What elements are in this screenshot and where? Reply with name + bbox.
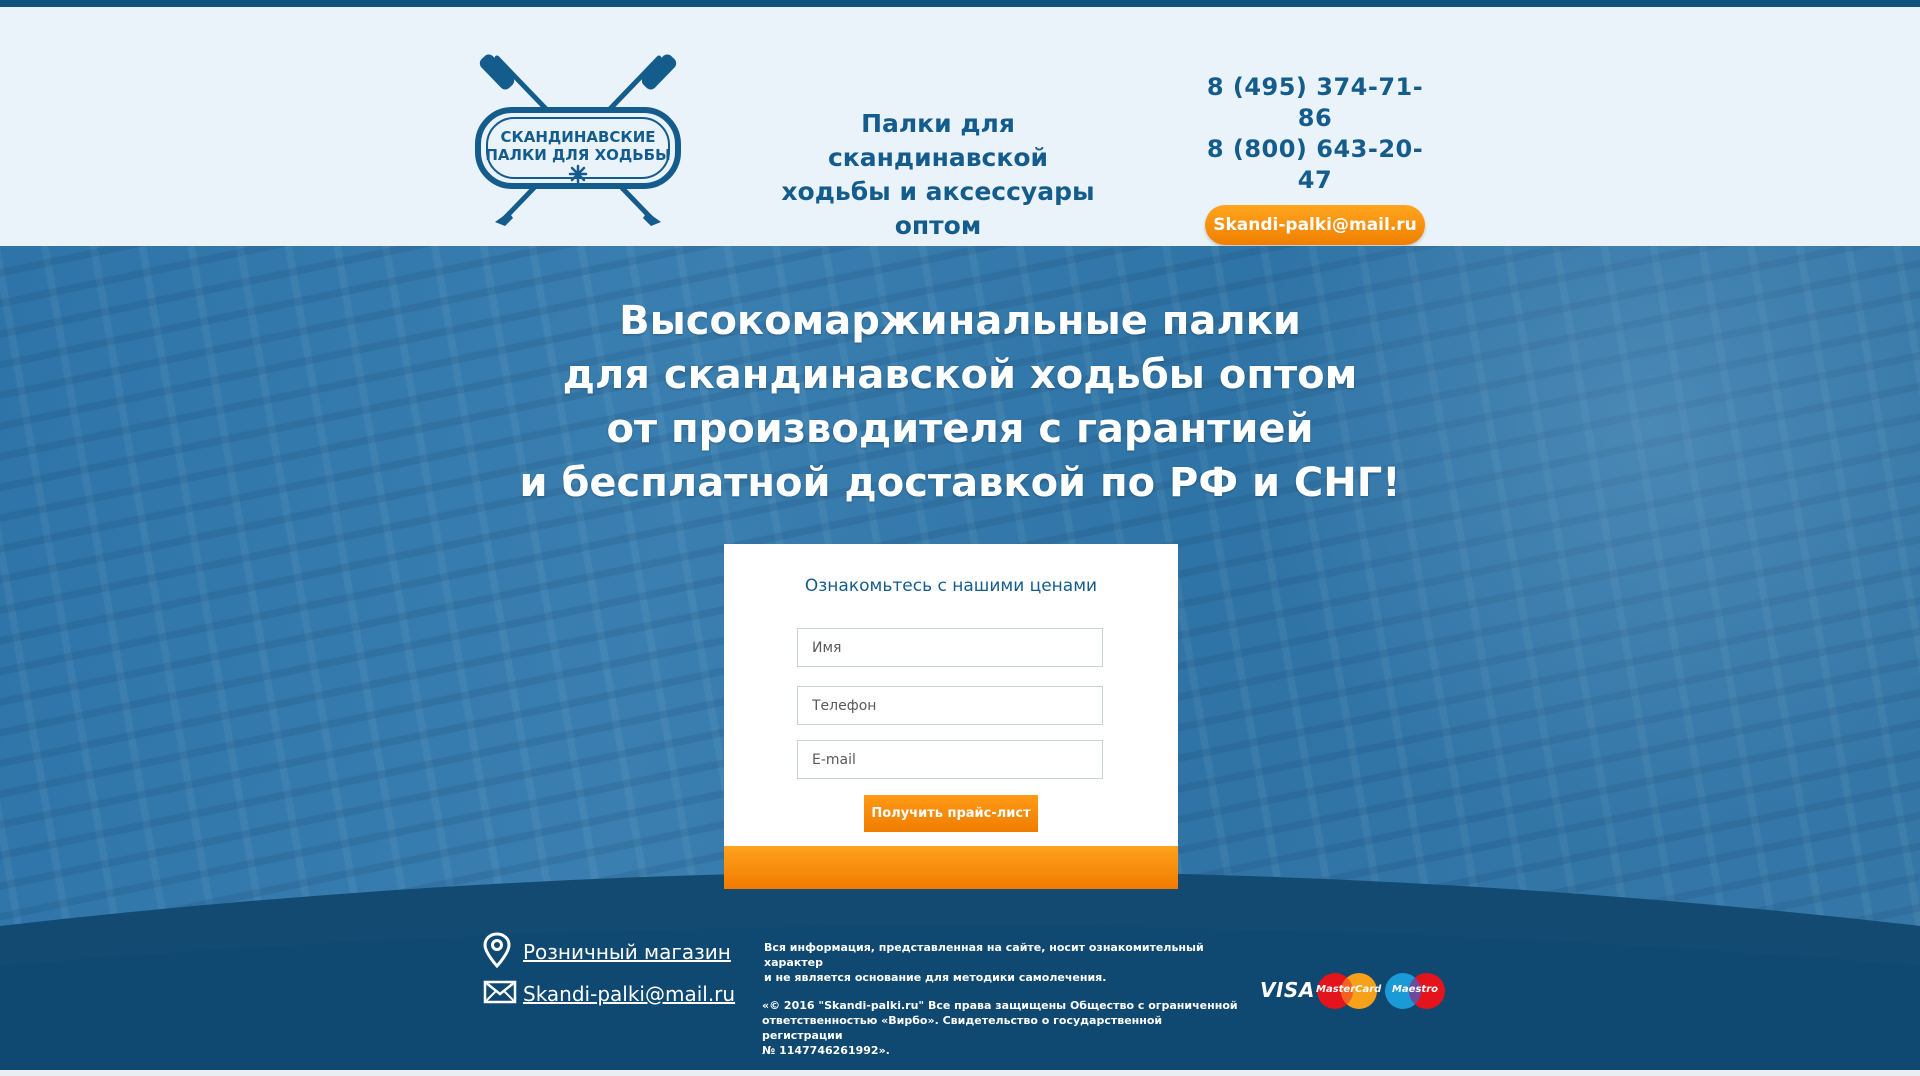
name-input[interactable] xyxy=(797,628,1103,667)
header-email-button[interactable]: Skandi-palki@mail.ru xyxy=(1205,205,1425,245)
retail-store-label[interactable]: Розничный магазин xyxy=(523,940,731,964)
site-logo[interactable]: СКАНДИНАВСКИЕ ПАЛКИ ДЛЯ ХОДЬБЫ xyxy=(475,52,681,227)
copyright-line2: ответственностью «Вирбо». Свидетельство … xyxy=(762,1014,1163,1042)
crossed-poles-logo-icon: СКАНДИНАВСКИЕ ПАЛКИ ДЛЯ ХОДЬБЫ xyxy=(475,54,681,226)
header-contacts: 8 (495) 374-71-86 8 (800) 643-20-47 Skan… xyxy=(1205,72,1425,245)
price-request-form: Ознакомьтесь с нашими ценами Получить пр… xyxy=(724,544,1178,889)
form-title: Ознакомьтесь с нашими ценами xyxy=(804,576,1098,596)
tagline-line1: Палки для скандинавской xyxy=(827,109,1049,172)
maestro-label: Maestro xyxy=(1391,984,1438,995)
map-pin-icon xyxy=(483,932,517,968)
form-accent-bar xyxy=(724,846,1178,889)
hero-title-line3: от производителя с гарантией xyxy=(606,406,1314,452)
tagline-line2: ходьбы и аксессуары оптом xyxy=(781,177,1095,240)
get-price-list-button[interactable]: Получить прайс-лист xyxy=(864,795,1038,832)
footer-email-label[interactable]: Skandi-palki@mail.ru xyxy=(523,982,735,1006)
footer-disclaimer: Вся информация, представленная на сайте,… xyxy=(762,940,1242,1071)
phone-moscow[interactable]: 8 (495) 374-71-86 xyxy=(1205,72,1425,134)
site-header: СКАНДИНАВСКИЕ ПАЛКИ ДЛЯ ХОДЬБЫ Палки для… xyxy=(0,7,1920,246)
copyright-line3: № 1147746261992». xyxy=(762,1044,890,1057)
phone-tollfree[interactable]: 8 (800) 643-20-47 xyxy=(1205,134,1425,196)
hero-title-line1: Высокомаржинальные палки xyxy=(619,298,1301,344)
footer-links: Розничный магазин Skandi-palki@mail.ru xyxy=(483,932,743,1016)
payment-methods: VISA MasterCard Maestro xyxy=(1260,972,1446,1012)
hero-title: Высокомаржинальные палки для скандинавск… xyxy=(460,294,1460,510)
footer-email-link[interactable]: Skandi-palki@mail.ru xyxy=(483,974,743,1016)
email-input[interactable] xyxy=(797,740,1103,779)
hero-title-line4: и бесплатной доставкой по РФ и СНГ! xyxy=(519,460,1401,506)
mastercard-label: MasterCard xyxy=(1316,984,1382,995)
header-tagline: Палки для скандинавской ходьбы и аксессу… xyxy=(748,107,1128,243)
retail-store-link[interactable]: Розничный магазин xyxy=(483,932,743,974)
mastercard-logo: MasterCard xyxy=(1316,972,1382,1010)
copyright-line1: «© 2016 "Skandi-palki.ru" Все права защи… xyxy=(762,999,1238,1012)
phone-input[interactable] xyxy=(797,686,1103,725)
bottom-border xyxy=(0,1070,1920,1076)
logo-text-line2: ПАЛКИ ДЛЯ ХОДЬБЫ xyxy=(485,146,670,164)
logo-text-line1: СКАНДИНАВСКИЕ xyxy=(500,128,655,146)
envelope-icon xyxy=(483,974,517,1010)
disclaimer-line2: и не является основание для методики сам… xyxy=(764,971,1107,984)
disclaimer-line1: Вся информация, представленная на сайте,… xyxy=(764,941,1204,969)
maestro-logo: Maestro xyxy=(1384,972,1446,1010)
top-strip xyxy=(0,0,1920,7)
visa-logo: VISA xyxy=(1260,978,1315,1002)
hero-title-line2: для скандинавской ходьбы оптом xyxy=(562,352,1358,398)
